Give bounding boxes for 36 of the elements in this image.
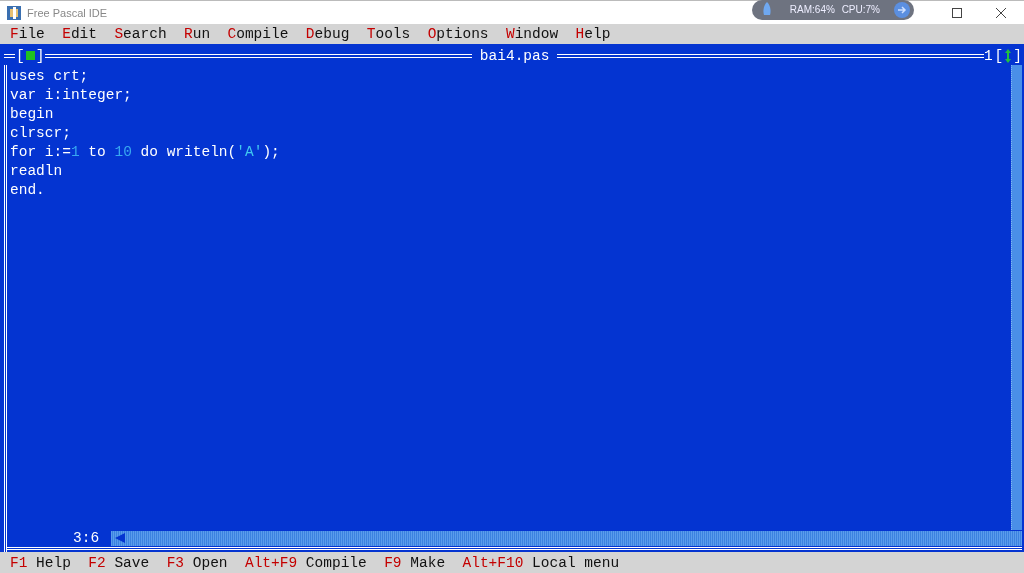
code-line: end. [10,181,45,200]
monitor-text: RAM:64% CPU:7% [789,4,880,15]
code-line: clrscr; [10,124,71,143]
menu-item[interactable]: Run [184,26,211,42]
code-line: var i:integer; [10,86,132,105]
close-icon[interactable] [996,7,1006,18]
horizontal-scrollbar[interactable] [111,530,1022,546]
rocket-icon [761,1,772,18]
app-icon [7,5,21,20]
menu-item[interactable]: Search [114,26,167,42]
status-item[interactable]: F3 Open [166,554,228,571]
code-line: begin [10,105,54,124]
code-line: for i:=1 to 10 do writeln('A'); [10,143,280,162]
vertical-scrollbar[interactable] [1011,65,1022,530]
menu-item[interactable]: File [10,26,45,42]
code-line: readln [10,162,63,181]
system-monitor-widget[interactable]: RAM:64% CPU:7% [751,0,914,20]
menu-item[interactable]: Window [505,26,559,42]
status-item[interactable]: Alt+F9 Compile [244,554,367,571]
window-number: 1 [983,47,994,64]
menu-item[interactable]: Help [575,26,611,42]
status-item[interactable]: F1 Help [10,554,71,571]
status-item[interactable]: F2 Save [88,554,150,571]
menu-item[interactable]: Debug [305,26,350,42]
maximize-icon[interactable] [952,7,962,18]
menu-item[interactable]: Edit [62,26,97,42]
code-line: uses crt; [10,67,89,86]
status-item[interactable]: F9 Make [384,554,446,571]
menu-item[interactable]: Compile [227,26,289,42]
menu-item[interactable]: Tools [366,26,411,42]
window-title: Free Pascal IDE [27,6,108,19]
menu-item[interactable]: Options [427,26,489,42]
status-item[interactable]: Alt+F10 Local menu [462,554,620,571]
file-title: bai4.pas [471,47,558,64]
zoom-box[interactable]: [ ] [994,47,1022,64]
close-box[interactable]: [ ] [15,47,46,64]
